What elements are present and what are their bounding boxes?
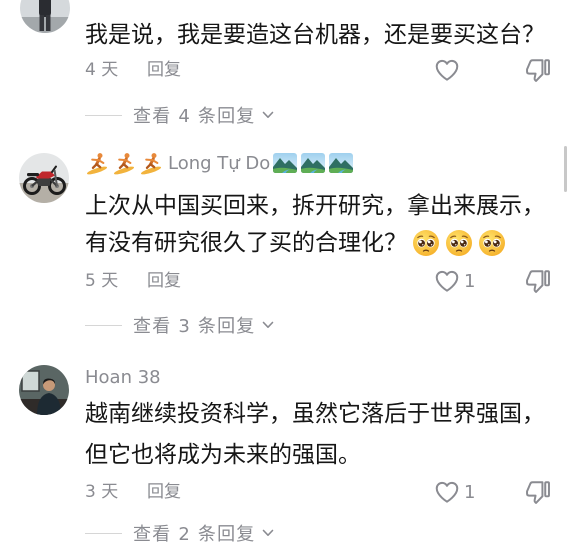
username-row: Hoan 38 (85, 364, 161, 390)
like-count: 1 (464, 270, 476, 292)
dislike-button[interactable] (524, 267, 552, 295)
national-park-emoji-icon (273, 153, 298, 173)
avatar[interactable] (20, 0, 70, 33)
view-replies-button[interactable]: 查看 4 条回复 (85, 103, 275, 127)
view-replies-button[interactable]: 查看 2 条回复 (85, 521, 275, 545)
comment-time: 3 天 (85, 482, 119, 502)
divider-dash (85, 324, 122, 326)
dislike-button[interactable] (524, 478, 552, 506)
pleading-face-emoji-icon (445, 229, 473, 257)
thumbs-down-icon[interactable] (524, 267, 552, 295)
comment-time: 4 天 (85, 60, 119, 80)
surfer-emoji-icon (112, 151, 136, 175)
avatar-image (19, 365, 69, 415)
national-park-emoji-icon (301, 153, 326, 173)
avatar-image (19, 153, 69, 203)
heart-icon[interactable] (433, 267, 461, 295)
surfer-emoji-icon (139, 151, 163, 175)
divider-dash (85, 114, 122, 116)
avatar-image (20, 0, 70, 33)
avatar[interactable] (19, 153, 69, 203)
username[interactable]: Long Tự Do (168, 153, 270, 174)
comment-text: 越南继续投资科学，虽然它落后于世界强国， (85, 401, 545, 427)
view-replies-label: 查看 2 条回复 (133, 524, 256, 545)
comment-text-line: 有没有研究很久了买的合理化？ (85, 227, 506, 259)
scrollbar[interactable] (564, 146, 567, 192)
like-button[interactable]: 1 (433, 478, 475, 506)
divider-dash (85, 532, 122, 534)
surfer-emoji-icon (85, 151, 109, 175)
view-replies-label: 查看 4 条回复 (133, 106, 256, 127)
thumbs-down-icon[interactable] (524, 56, 552, 84)
chevron-down-icon (262, 111, 273, 118)
thumbs-down-icon[interactable] (524, 478, 552, 506)
dislike-button[interactable] (524, 56, 552, 84)
chevron-down-icon (262, 321, 273, 329)
view-replies-button[interactable]: 查看 3 条回复 (85, 313, 275, 337)
comment-text: 上次从中国买回来，拆开研究，拿出来展示， (85, 193, 545, 219)
reply-button[interactable]: 回复 (147, 58, 181, 82)
comment-text: 但它也将成为未来的强国。 (85, 442, 361, 468)
national-park-emoji-icon (329, 153, 354, 173)
comment-text: 我是说，我是要造这台机器，还是要买这台？ (85, 22, 545, 48)
like-button[interactable] (433, 56, 461, 84)
avatar[interactable] (19, 365, 69, 415)
reply-button[interactable]: 回复 (147, 480, 181, 504)
username[interactable]: Hoan 38 (85, 367, 161, 388)
chevron-down-icon (262, 529, 273, 537)
comment-text: 有没有研究很久了买的合理化？ (85, 230, 407, 256)
pleading-face-emoji-icon (478, 229, 506, 257)
reply-button[interactable]: 回复 (147, 269, 181, 293)
pleading-face-emoji-icon (412, 229, 440, 257)
comment-time: 5 天 (85, 271, 119, 291)
view-replies-label: 查看 3 条回复 (133, 316, 256, 337)
username-row: Long Tự Do (85, 150, 356, 176)
like-count: 1 (464, 481, 476, 503)
heart-icon[interactable] (433, 478, 461, 506)
heart-icon[interactable] (433, 56, 461, 84)
like-button[interactable]: 1 (433, 267, 475, 295)
